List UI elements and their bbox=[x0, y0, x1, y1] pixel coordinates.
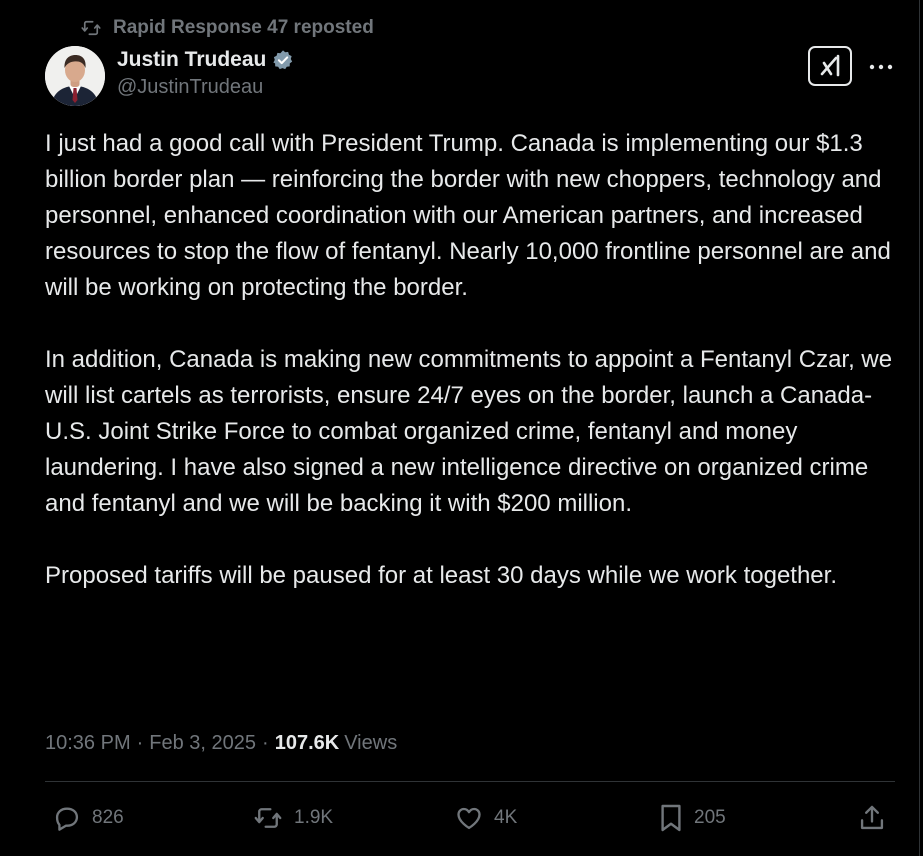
author-info[interactable]: Justin Trudeau @JustinTrudeau bbox=[117, 46, 294, 99]
repost-count: 1.9K bbox=[294, 807, 334, 828]
repost-icon bbox=[80, 18, 102, 38]
bookmark-icon bbox=[661, 804, 681, 832]
display-name[interactable]: Justin Trudeau bbox=[117, 48, 266, 72]
more-button[interactable] bbox=[866, 52, 896, 82]
views-label[interactable]: Views bbox=[344, 732, 397, 755]
grok-button[interactable] bbox=[808, 46, 852, 86]
tweet-paragraph: In addition, Canada is making new commit… bbox=[45, 346, 893, 517]
handle[interactable]: @JustinTrudeau bbox=[117, 76, 294, 99]
tweet-date[interactable]: Feb 3, 2025 bbox=[149, 732, 256, 755]
bookmark-count: 205 bbox=[694, 807, 726, 828]
share-button[interactable] bbox=[858, 798, 886, 838]
repost-button[interactable]: 1.9K bbox=[253, 798, 333, 838]
reply-count: 826 bbox=[92, 807, 124, 828]
more-icon bbox=[869, 64, 893, 70]
like-button[interactable]: 4K bbox=[455, 798, 517, 838]
tweet-time[interactable]: 10:36 PM bbox=[45, 732, 131, 755]
timeline-border bbox=[919, 0, 920, 856]
bookmark-button[interactable]: 205 bbox=[659, 798, 726, 838]
tweet-paragraph: I just had a good call with President Tr… bbox=[45, 130, 891, 301]
meta-separator: · bbox=[136, 731, 144, 754]
divider bbox=[45, 781, 895, 782]
avatar[interactable] bbox=[45, 46, 105, 106]
reply-button[interactable]: 826 bbox=[53, 798, 124, 838]
verified-icon bbox=[273, 50, 293, 70]
tweet-text: I just had a good call with President Tr… bbox=[45, 126, 895, 594]
reply-icon bbox=[55, 807, 79, 831]
heart-icon bbox=[457, 807, 481, 830]
views-count[interactable]: 107.6K bbox=[275, 732, 340, 755]
like-count: 4K bbox=[494, 807, 518, 828]
share-icon bbox=[860, 805, 884, 830]
repost-label: Rapid Response 47 reposted bbox=[113, 17, 374, 38]
repost-icon bbox=[254, 808, 282, 828]
repost-indicator[interactable]: Rapid Response 47 reposted bbox=[80, 14, 374, 42]
meta-separator: · bbox=[262, 731, 269, 754]
grok-icon bbox=[820, 54, 840, 77]
tweet-paragraph: Proposed tariffs will be paused for at l… bbox=[45, 562, 837, 589]
tweet-meta: 10:36 PM · Feb 3, 2025 · 107.6K Views bbox=[45, 726, 397, 760]
